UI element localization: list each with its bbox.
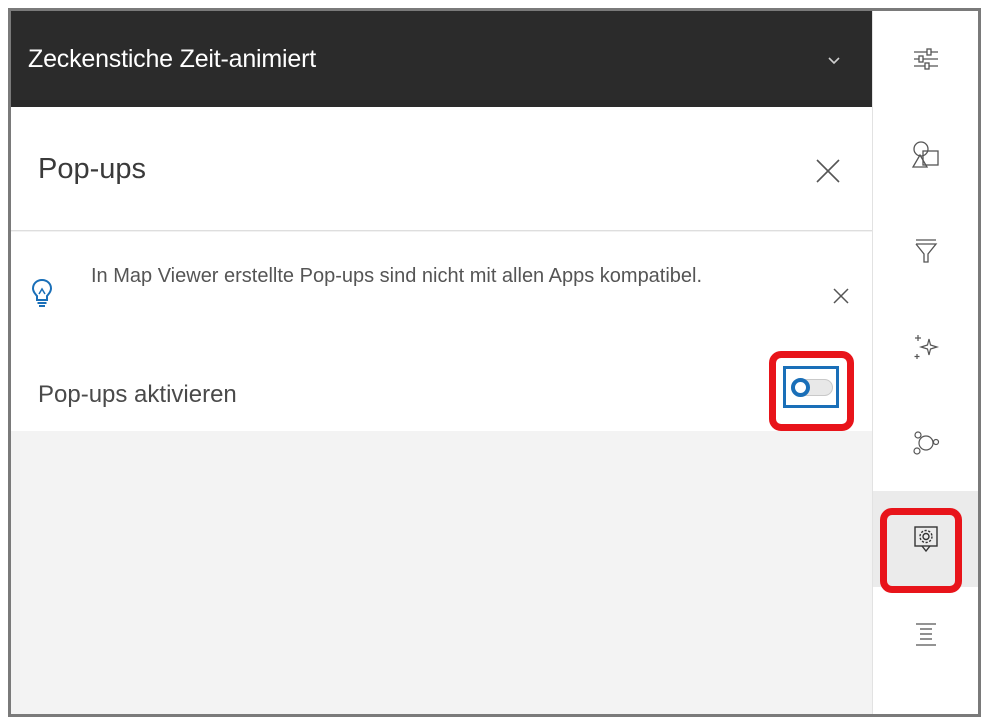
lightbulb-icon (31, 278, 53, 308)
filter-icon[interactable] (873, 203, 978, 299)
toggle-knob (791, 378, 810, 397)
panel-title: Pop-ups (38, 153, 147, 185)
enable-popups-label: Pop-ups aktivieren (38, 381, 237, 408)
notice-message: In Map Viewer erstellte Pop-ups sind nic… (91, 265, 703, 287)
sidebar-highlight-annotation (880, 508, 962, 593)
layer-settings-sidebar (872, 11, 978, 714)
fields-list-icon[interactable] (873, 587, 978, 683)
close-icon[interactable] (830, 285, 852, 307)
clustering-icon[interactable] (873, 395, 978, 491)
popups-configuration-panel: Zeckenstiche Zeit-animiert Pop-ups In Ma… (11, 11, 872, 714)
enable-popups-row: Pop-ups aktivieren (11, 345, 872, 431)
effects-sparkle-icon[interactable] (873, 299, 978, 395)
layer-title: Zeckenstiche Zeit-animiert (28, 44, 316, 73)
layer-header[interactable]: Zeckenstiche Zeit-animiert (11, 11, 872, 107)
enable-popups-toggle[interactable] (783, 366, 839, 408)
chevron-down-icon[interactable] (822, 49, 846, 69)
app-frame: Zeckenstiche Zeit-animiert Pop-ups In Ma… (8, 8, 981, 717)
popups-panel-header: Pop-ups (11, 107, 872, 231)
styles-shapes-icon[interactable] (873, 107, 978, 203)
close-icon[interactable] (811, 154, 845, 188)
compatibility-notice: In Map Viewer erstellte Pop-ups sind nic… (11, 232, 872, 345)
properties-sliders-icon[interactable] (873, 11, 978, 107)
